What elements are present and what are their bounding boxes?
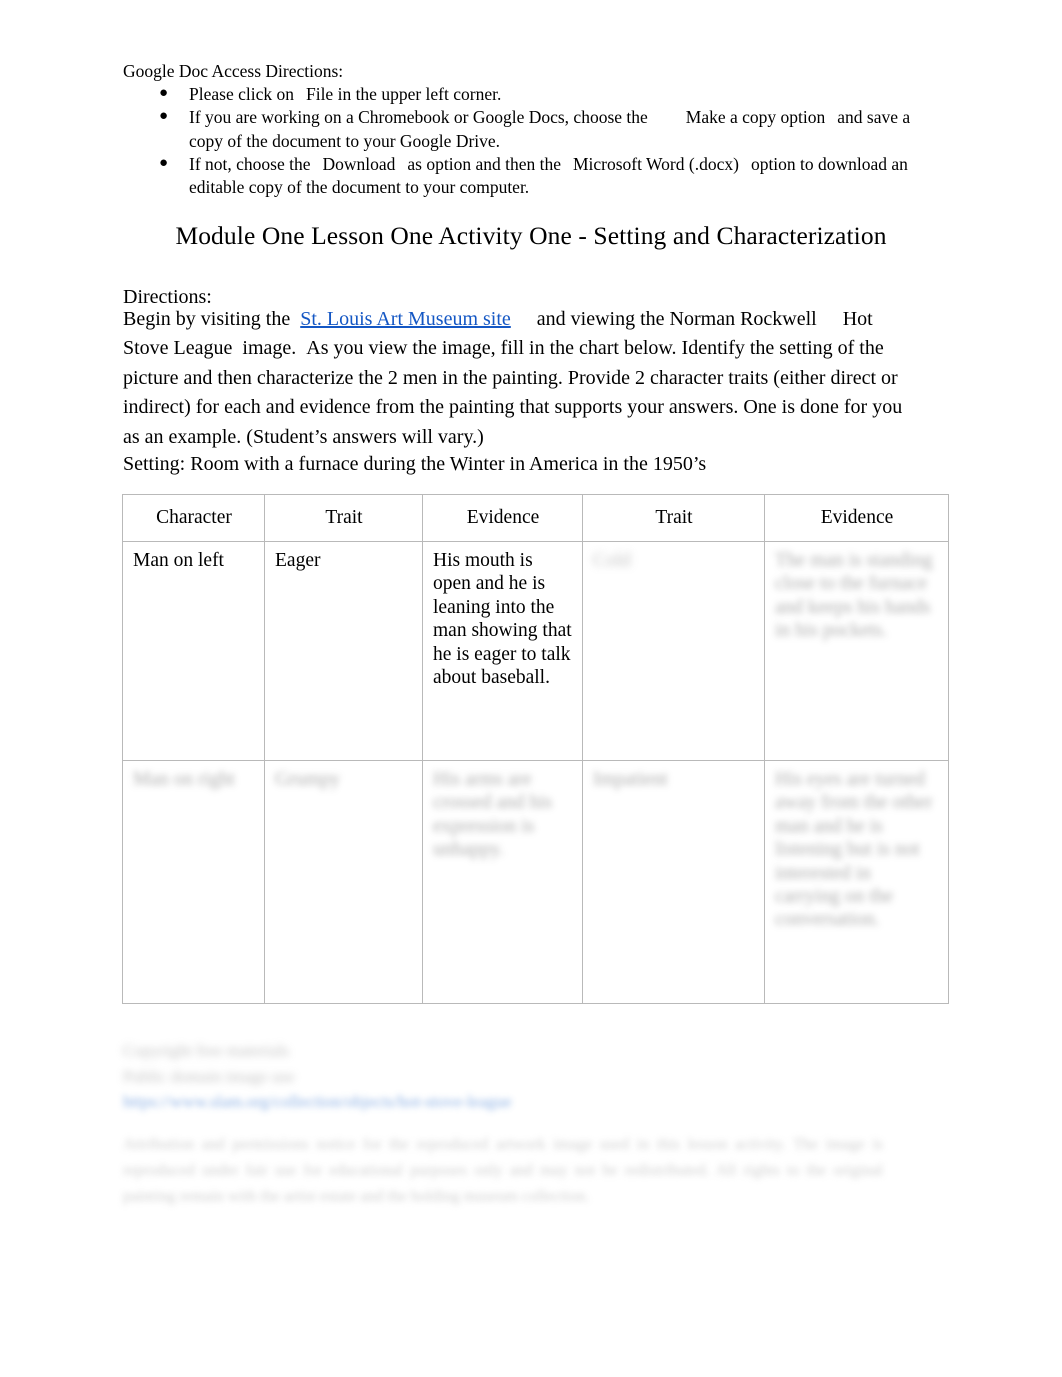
cell-evidence-1[interactable]: His mouth is open and he is leaning into… — [422, 541, 583, 761]
directions-paragraph: Begin by visiting the St. Louis Art Museu… — [123, 305, 923, 452]
directions-after-artwork: image. — [242, 337, 297, 360]
column-header-trait-2: Trait — [582, 494, 765, 542]
column-header-evidence-2: Evidence — [764, 494, 949, 542]
bullet-text-part2: in the upper left corner. — [337, 84, 502, 104]
cell-evidence-2[interactable]: The man is standing close to the furnace… — [764, 541, 949, 761]
column-header-trait-1: Trait — [264, 494, 423, 542]
bullet-emphasis-microsoft-word: Microsoft Word (.docx) — [572, 153, 739, 174]
bullet-icon: ● — [159, 154, 169, 171]
citation-line-1: Copyright free materials — [123, 1041, 290, 1060]
column-header-evidence-1: Evidence — [422, 494, 583, 542]
st-louis-art-museum-link[interactable]: St. Louis Art Museum site — [300, 308, 511, 330]
list-item: ● Please click on File in the upper left … — [123, 83, 933, 106]
bullet-text-part2: as option and then the — [407, 153, 561, 174]
bullet-text-part1: If not, choose the — [189, 153, 311, 174]
table-row: Man on right Grumpy His arms are crossed… — [122, 760, 949, 1004]
bullet-emphasis-file: File — [305, 84, 334, 104]
directions-after-link: and viewing the Norman Rockwell — [536, 308, 817, 330]
bullet-text-part1: Please click on — [189, 84, 294, 104]
bullet-emphasis-make-a-copy: Make a copy option — [685, 107, 826, 128]
cell-trait-2[interactable]: Impatient — [582, 760, 765, 1004]
cell-character[interactable]: Man on right — [122, 760, 265, 1004]
citation-line-2: Public domain image use — [123, 1066, 295, 1086]
page-title: Module One Lesson One Activity One - Set… — [175, 221, 887, 250]
bullet-icon: ● — [159, 85, 169, 101]
directions-rest: As you view the image, fill in the chart… — [123, 337, 903, 448]
citation-block: Copyright free materials Public domain i… — [123, 1038, 883, 1115]
document-page: Google Doc Access Directions: ● Please c… — [0, 0, 1062, 1377]
citation-source-link[interactable]: https://www.slam.org/collection/objects/… — [123, 1089, 883, 1115]
bullet-text-part1: If you are working on a Chromebook or Go… — [189, 107, 648, 128]
access-directions-heading: Google Doc Access Directions: — [123, 61, 344, 81]
setting-answer: Setting: Room with a furnace during the … — [123, 453, 707, 475]
cell-evidence-1[interactable]: His arms are crossed and his expression … — [422, 760, 583, 1004]
bullet-emphasis-download: Download — [322, 153, 396, 174]
footer-attribution-note: Attribution and permissions notice for t… — [123, 1136, 883, 1205]
cell-character[interactable]: Man on left — [122, 541, 265, 761]
characterization-table: Character Trait Evidence Trait Evidence … — [122, 494, 949, 1004]
directions-sentence-start: Begin by visiting the — [123, 308, 291, 330]
list-item: ● If not, choose the Download as option an… — [123, 153, 933, 200]
access-directions-list: ● Please click on File in the upper left … — [123, 83, 933, 199]
cell-trait-2[interactable]: Cold — [582, 541, 765, 761]
table-row: Man on left Eager His mouth is open and … — [122, 541, 949, 761]
bullet-icon: ● — [159, 108, 169, 125]
cell-trait-1[interactable]: Eager — [264, 541, 423, 761]
list-item: ● If you are working on a Chromebook or … — [123, 106, 933, 153]
column-header-character: Character — [122, 494, 265, 542]
cell-trait-1[interactable]: Grumpy — [264, 760, 423, 1004]
table-header-row: Character Trait Evidence Trait Evidence — [122, 494, 949, 542]
cell-evidence-2[interactable]: His eyes are turned away from the other … — [764, 760, 949, 1004]
